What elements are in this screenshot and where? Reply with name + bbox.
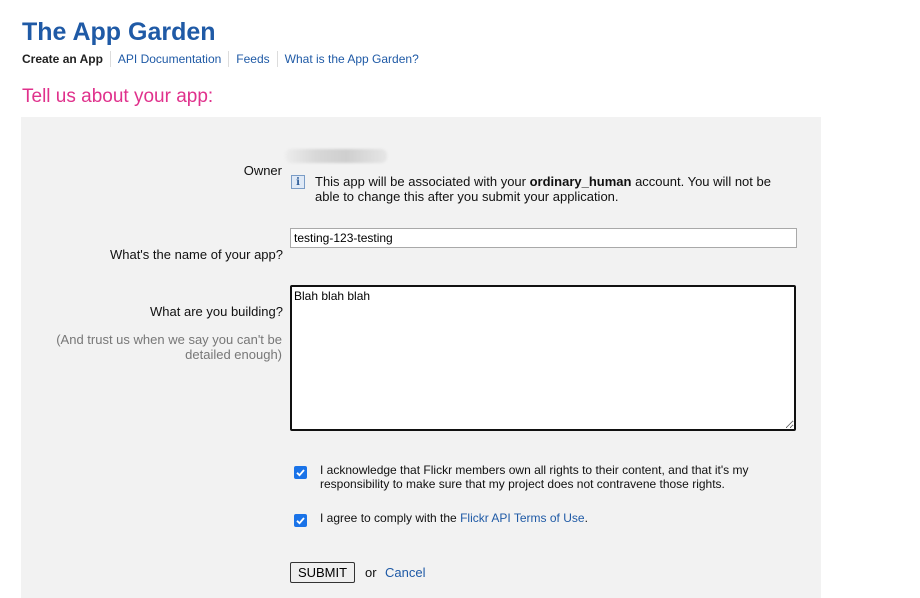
- or-text: or: [365, 565, 377, 580]
- submit-button[interactable]: SUBMIT: [290, 562, 355, 583]
- app-name-input[interactable]: [290, 228, 797, 248]
- terms-link[interactable]: Flickr API Terms of Use: [460, 511, 584, 525]
- owner-username: ordinary_human: [529, 174, 632, 189]
- building-hint: (And trust us when we say you can't be d…: [56, 332, 282, 362]
- acknowledge-checkbox[interactable]: [294, 466, 307, 479]
- app-form-panel: Owner i This app will be associated with…: [21, 117, 821, 598]
- section-heading: Tell us about your app:: [22, 86, 214, 107]
- terms-checkbox[interactable]: [294, 514, 307, 527]
- checkmark-icon: [296, 517, 305, 525]
- owner-note: This app will be associated with your or…: [315, 174, 785, 204]
- building-label: What are you building?: [150, 304, 283, 319]
- site-title[interactable]: The App Garden: [22, 16, 216, 48]
- nav-feeds[interactable]: Feeds: [228, 51, 276, 67]
- nav-api-documentation[interactable]: API Documentation: [109, 51, 228, 67]
- app-name-label: What's the name of your app?: [109, 247, 283, 262]
- checkmark-icon: [296, 469, 305, 477]
- app-garden-page: The App Garden Create an App API Documen…: [0, 0, 920, 598]
- description-textarea[interactable]: Blah blah blah: [290, 285, 796, 431]
- cancel-link[interactable]: Cancel: [385, 565, 425, 580]
- acknowledge-text: I acknowledge that Flickr members own al…: [320, 463, 749, 491]
- nav-what-is-app-garden[interactable]: What is the App Garden?: [276, 51, 426, 67]
- terms-text: I agree to comply with the Flickr API Te…: [320, 511, 770, 525]
- owner-avatar-redacted: [285, 149, 387, 163]
- owner-note-prefix: This app will be associated with your: [315, 174, 530, 189]
- owner-label: Owner: [243, 163, 282, 178]
- nav-create-app[interactable]: Create an App: [22, 51, 110, 67]
- info-icon: i: [291, 175, 305, 189]
- terms-suffix: .: [584, 511, 588, 525]
- sub-navigation: Create an App API Documentation Feeds Wh…: [22, 51, 426, 67]
- terms-prefix: I agree to comply with the: [320, 511, 461, 525]
